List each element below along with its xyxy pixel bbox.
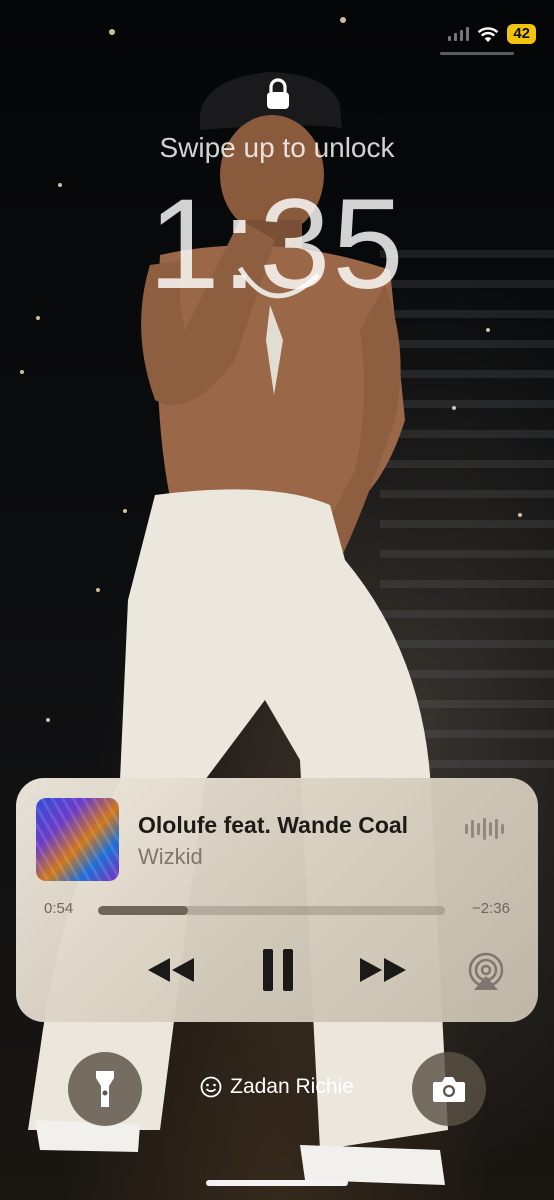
fast-forward-button[interactable]	[356, 950, 410, 990]
status-indicator-bar	[440, 52, 514, 55]
elapsed-time: 0:54	[44, 900, 74, 917]
status-bar: 42	[448, 22, 536, 46]
playback-progress	[98, 906, 189, 915]
lock-icon	[267, 78, 289, 109]
battery-level: 42	[507, 24, 536, 44]
pause-button[interactable]	[254, 946, 302, 994]
fast-forward-icon	[360, 958, 406, 982]
album-art[interactable]	[36, 798, 119, 881]
wifi-icon	[478, 26, 499, 42]
airplay-button[interactable]	[464, 950, 508, 994]
home-indicator[interactable]	[206, 1180, 348, 1186]
airplay-icon	[468, 952, 504, 990]
rewind-icon	[148, 958, 194, 982]
camera-button[interactable]	[412, 1052, 486, 1126]
cellular-signal-icon	[448, 27, 470, 41]
track-artist: Wizkid	[138, 844, 203, 869]
unlock-hint: Swipe up to unlock	[159, 132, 395, 163]
rewind-button[interactable]	[144, 950, 198, 990]
waveform-icon	[465, 818, 504, 840]
smile-icon	[200, 1076, 222, 1098]
track-title: Ololufe feat. Wande Coal	[138, 812, 409, 838]
lock-screen-clock: 1:35	[148, 173, 406, 316]
remaining-time: −2:36	[472, 900, 510, 917]
camera-icon	[433, 1077, 465, 1102]
now-playing-widget[interactable]: Ololufe feat. Wande Coal Wizkid 0:54 −2:…	[16, 778, 538, 1022]
pause-icon	[263, 949, 293, 991]
owner-name: Zadan Richie	[230, 1075, 354, 1098]
playback-scrubber[interactable]	[98, 906, 445, 915]
